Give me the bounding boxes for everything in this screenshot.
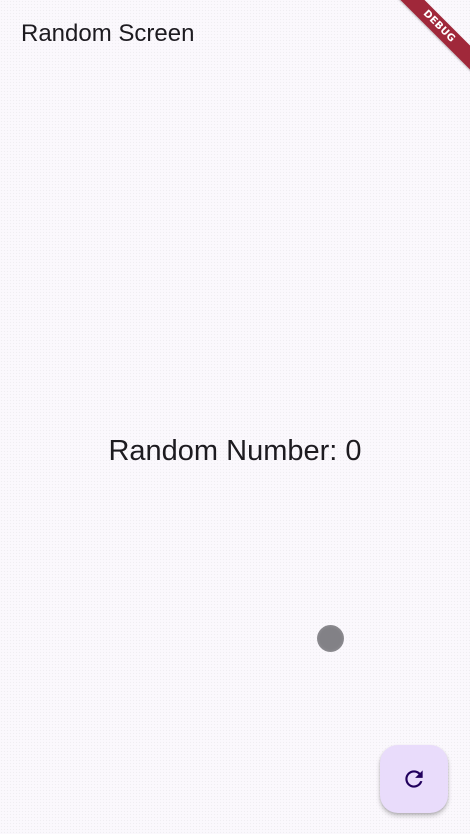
touch-indicator (317, 625, 344, 652)
app-bar: Random Screen (0, 0, 470, 68)
app-bar-title: Random Screen (21, 20, 195, 47)
refresh-button[interactable] (380, 745, 448, 813)
random-number-text: Random Number: 0 (108, 435, 362, 467)
refresh-icon (401, 766, 427, 792)
